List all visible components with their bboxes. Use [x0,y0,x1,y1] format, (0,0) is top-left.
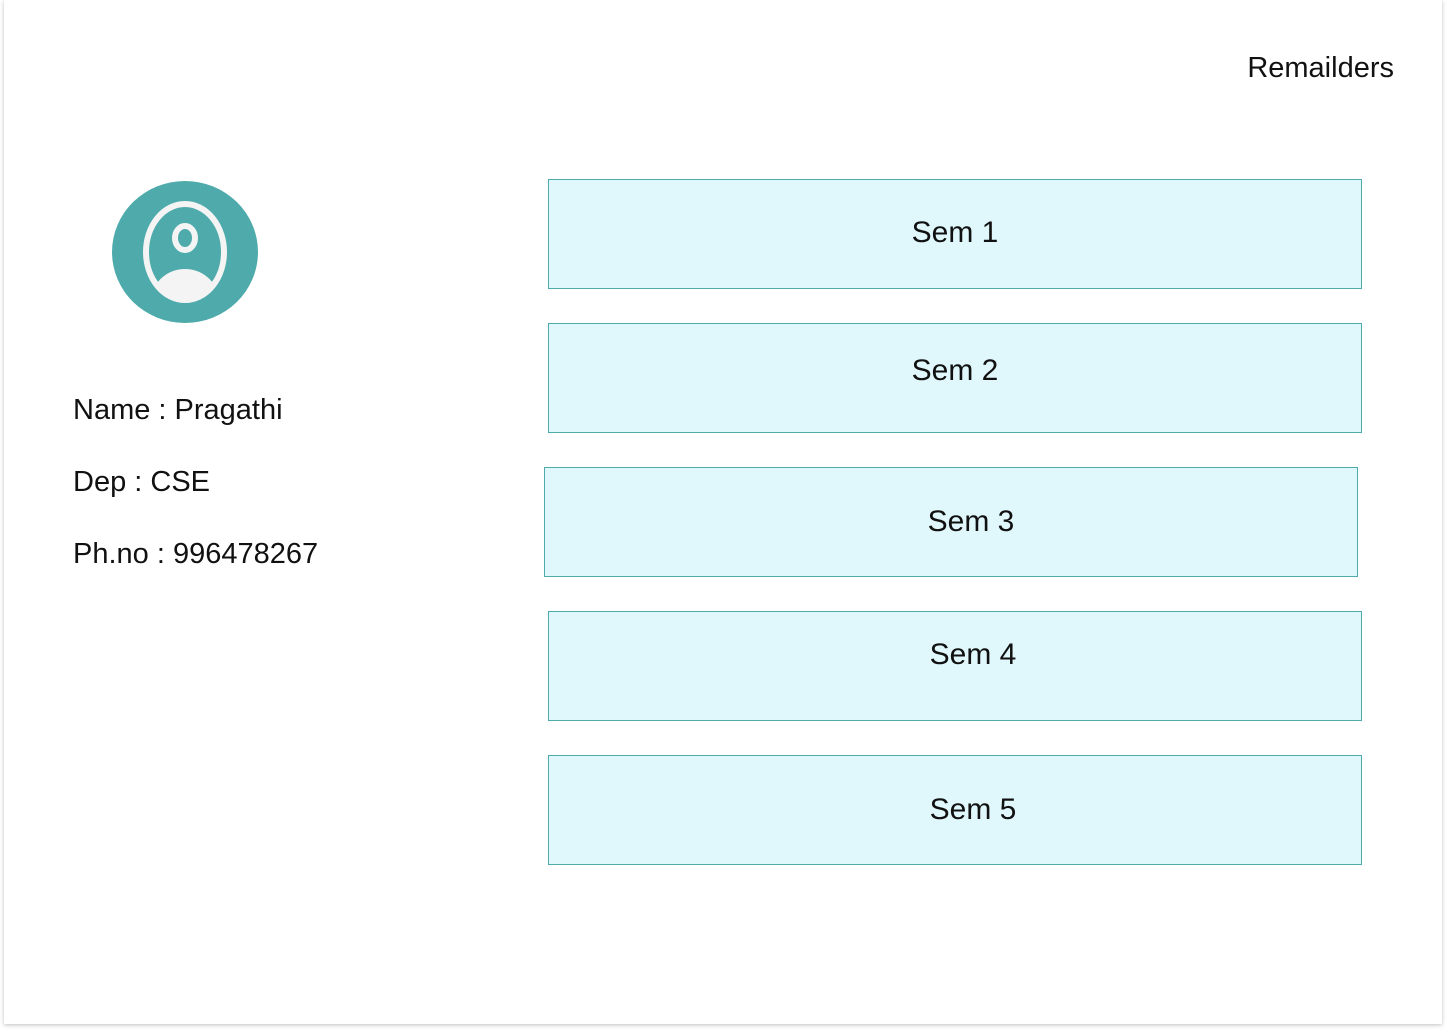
sem-2-button[interactable]: Sem 2 [548,323,1362,433]
sem-1-button[interactable]: Sem 1 [548,179,1362,289]
sem-1-label: Sem 1 [911,216,999,249]
reminders-link[interactable]: Remailders [1247,52,1394,85]
profile-department: Dep : CSE [73,466,210,498]
sem-5-label: Sem 5 [929,793,1017,826]
profile-phone: Ph.no : 996478267 [73,538,319,570]
sem-3-label: Sem 3 [927,505,1015,538]
sem-4-label: Sem 4 [929,638,1017,671]
sem-5-button[interactable]: Sem 5 [548,755,1362,865]
sem-4-button[interactable]: Sem 4 [548,611,1362,721]
avatar-glyph [143,201,227,303]
page-frame: Remailders Name : Pragathi Dep : CSE Ph.… [4,0,1442,1024]
user-avatar-icon [112,181,258,323]
profile-name: Name : Pragathi [73,394,283,426]
sem-3-button[interactable]: Sem 3 [544,467,1358,577]
sem-2-label: Sem 2 [911,354,999,387]
